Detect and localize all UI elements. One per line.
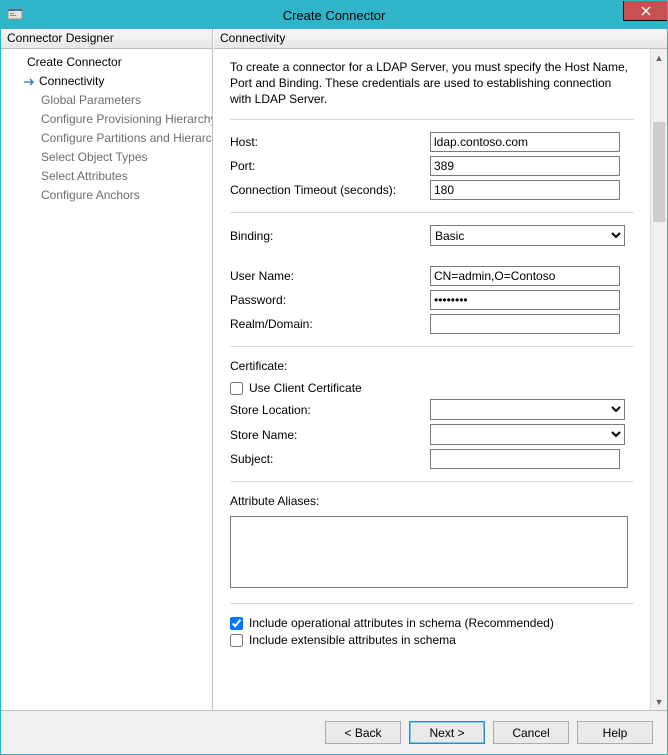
row-timeout: Connection Timeout (seconds): — [230, 180, 634, 200]
row-username: User Name: — [230, 266, 634, 286]
arrow-right-icon — [23, 75, 35, 87]
subject-field[interactable] — [430, 449, 620, 469]
divider — [230, 346, 634, 347]
row-store-name: Store Name: — [230, 424, 634, 445]
realm-field[interactable] — [430, 314, 620, 334]
nav-label: Select Object Types — [41, 150, 148, 164]
label-host: Host: — [230, 135, 430, 149]
timeout-field[interactable] — [430, 180, 620, 200]
label-binding: Binding: — [230, 229, 430, 243]
nav-item-partitions-hierarchies[interactable]: Configure Partitions and Hierarchies — [1, 129, 212, 148]
scroll-up-button[interactable]: ▲ — [651, 49, 667, 66]
titlebar: Create Connector — [1, 1, 667, 29]
nav-item-object-types[interactable]: Select Object Types — [1, 148, 212, 167]
sidebar-header: Connector Designer — [1, 29, 212, 49]
main-header: Connectivity — [214, 29, 667, 49]
nav-label: Create Connector — [27, 55, 122, 69]
label-attribute-aliases: Attribute Aliases: — [230, 494, 634, 508]
password-field[interactable] — [430, 290, 620, 310]
main-panel: Connectivity To create a connector for a… — [213, 29, 667, 710]
label-store-name: Store Name: — [230, 428, 430, 442]
label-use-client-cert: Use Client Certificate — [249, 381, 362, 395]
content: Connector Designer Create Connector Conn… — [1, 29, 667, 710]
nav-item-create-connector[interactable]: Create Connector — [1, 53, 212, 72]
store-name-select[interactable] — [430, 424, 625, 445]
nav-item-global-parameters[interactable]: Global Parameters — [1, 91, 212, 110]
back-button[interactable]: < Back — [325, 721, 401, 744]
divider — [230, 481, 634, 482]
use-client-cert-checkbox[interactable] — [230, 382, 243, 395]
help-button[interactable]: Help — [577, 721, 653, 744]
row-use-client-cert: Use Client Certificate — [230, 381, 634, 395]
row-port: Port: — [230, 156, 634, 176]
label-certificate: Certificate: — [230, 359, 634, 373]
label-include-extensible: Include extensible attributes in schema — [249, 633, 456, 647]
divider — [230, 119, 634, 120]
intro-text: To create a connector for a LDAP Server,… — [230, 59, 634, 107]
label-subject: Subject: — [230, 452, 430, 466]
label-password: Password: — [230, 293, 430, 307]
label-timeout: Connection Timeout (seconds): — [230, 183, 430, 197]
next-button[interactable]: Next > — [409, 721, 485, 744]
nav-item-provisioning-hierarchy[interactable]: Configure Provisioning Hierarchy — [1, 110, 212, 129]
include-extensible-checkbox[interactable] — [230, 634, 243, 647]
scroll-track[interactable] — [651, 66, 667, 693]
label-realm: Realm/Domain: — [230, 317, 430, 331]
vertical-scrollbar[interactable]: ▲ ▼ — [650, 49, 667, 710]
row-host: Host: — [230, 132, 634, 152]
row-subject: Subject: — [230, 449, 634, 469]
label-store-location: Store Location: — [230, 403, 430, 417]
sidebar: Connector Designer Create Connector Conn… — [1, 29, 213, 710]
close-button[interactable] — [623, 1, 667, 21]
nav-label: Select Attributes — [41, 169, 128, 183]
row-store-location: Store Location: — [230, 399, 634, 420]
row-realm: Realm/Domain: — [230, 314, 634, 334]
scroll-thumb[interactable] — [653, 122, 665, 222]
row-binding: Binding: Basic — [230, 225, 634, 246]
nav-item-configure-anchors[interactable]: Configure Anchors — [1, 186, 212, 205]
window-title: Create Connector — [1, 8, 667, 23]
nav-item-select-attributes[interactable]: Select Attributes — [1, 167, 212, 186]
cancel-button[interactable]: Cancel — [493, 721, 569, 744]
nav-label: Global Parameters — [41, 93, 141, 107]
nav-item-connectivity[interactable]: Connectivity — [1, 72, 212, 91]
host-field[interactable] — [430, 132, 620, 152]
row-include-extensible: Include extensible attributes in schema — [230, 633, 634, 647]
nav-label: Connectivity — [27, 74, 104, 88]
label-username: User Name: — [230, 269, 430, 283]
row-include-operational: Include operational attributes in schema… — [230, 616, 634, 630]
port-field[interactable] — [430, 156, 620, 176]
attribute-aliases-textarea[interactable] — [230, 516, 628, 588]
nav-label: Configure Anchors — [41, 188, 140, 202]
label-port: Port: — [230, 159, 430, 173]
divider — [230, 212, 634, 213]
nav-label: Configure Partitions and Hierarchies — [41, 131, 212, 145]
label-include-operational: Include operational attributes in schema… — [249, 616, 554, 630]
form: To create a connector for a LDAP Server,… — [214, 49, 650, 710]
wizard-window: Create Connector Connector Designer Crea… — [0, 0, 668, 755]
binding-select[interactable]: Basic — [430, 225, 625, 246]
store-location-select[interactable] — [430, 399, 625, 420]
nav-tree: Create Connector Connectivity Global Par… — [1, 49, 212, 710]
divider — [230, 603, 634, 604]
nav-label: Configure Provisioning Hierarchy — [41, 112, 212, 126]
app-icon — [7, 7, 23, 23]
row-password: Password: — [230, 290, 634, 310]
include-operational-checkbox[interactable] — [230, 617, 243, 630]
footer: < Back Next > Cancel Help — [1, 710, 667, 754]
scroll-down-button[interactable]: ▼ — [651, 693, 667, 710]
username-field[interactable] — [430, 266, 620, 286]
scroll-area: To create a connector for a LDAP Server,… — [214, 49, 667, 710]
